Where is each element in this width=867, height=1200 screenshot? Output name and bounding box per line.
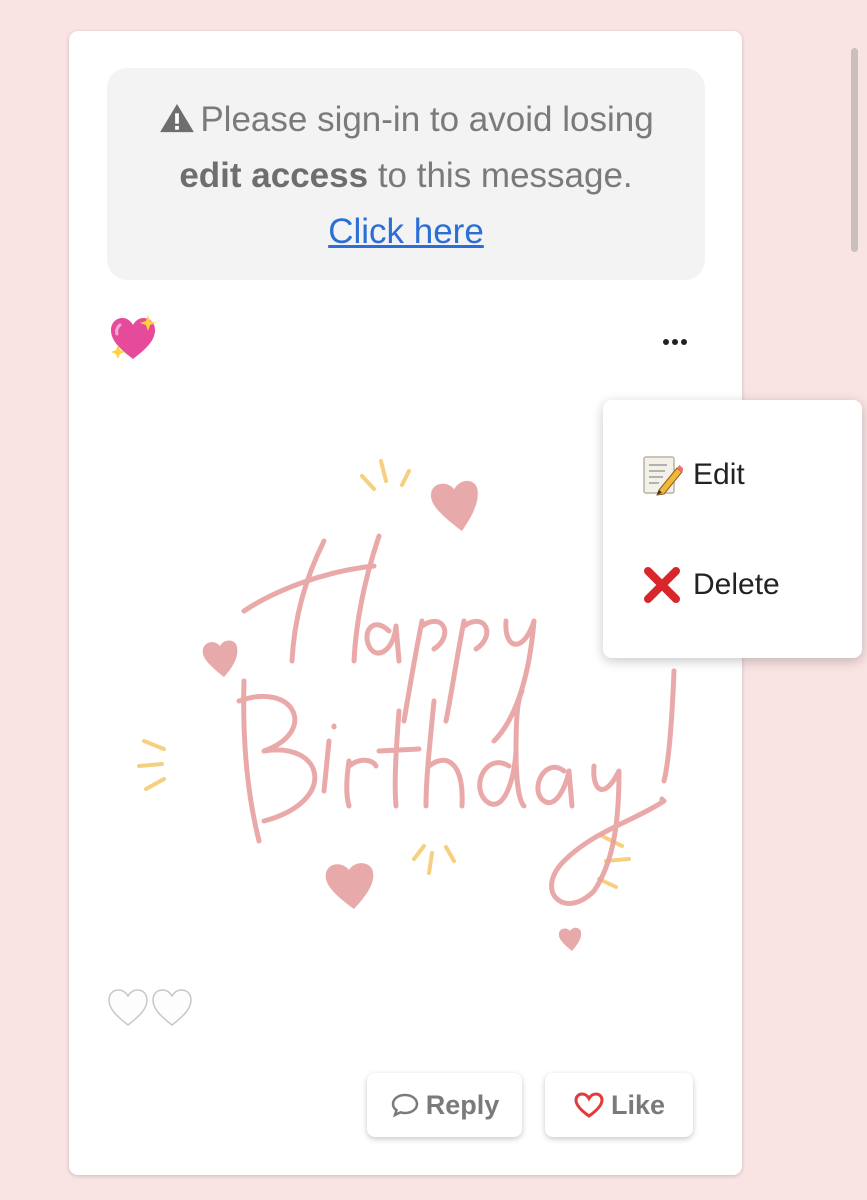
speech-bubble-icon (391, 1093, 418, 1118)
white-heart-icon (108, 989, 148, 1026)
like-label: Like (610, 1089, 666, 1120)
heart-outline-icon (574, 1092, 604, 1118)
like-button[interactable]: Like (545, 1073, 693, 1137)
sparkling-heart-icon (111, 315, 156, 359)
signin-notice: Please sign-in to avoid losing edit acce… (107, 68, 705, 280)
signin-link[interactable]: Click here (328, 212, 484, 251)
options-menu: Edit Delete (603, 400, 862, 658)
menu-item-edit[interactable]: Edit (641, 450, 745, 500)
menu-item-delete[interactable]: Delete (641, 560, 780, 610)
white-heart-icon (152, 989, 192, 1026)
notice-text-before: Please sign-in to avoid losing (200, 100, 654, 139)
menu-item-delete-label: Delete (693, 568, 780, 601)
warning-triangle-icon (160, 103, 195, 133)
happy-birthday-artwork (137, 459, 677, 951)
notice-text-bold: edit access (179, 156, 369, 195)
red-cross-icon (644, 567, 680, 603)
reply-button[interactable]: Reply (367, 1073, 522, 1137)
menu-item-edit-label: Edit (693, 458, 745, 491)
notice-text-after: to this message. (377, 156, 633, 195)
memo-pencil-icon (643, 456, 683, 496)
page-scrollbar[interactable] (851, 48, 858, 252)
reaction-hearts[interactable] (107, 986, 197, 1028)
reply-label: Reply (425, 1089, 500, 1120)
more-options-button[interactable] (655, 321, 695, 361)
